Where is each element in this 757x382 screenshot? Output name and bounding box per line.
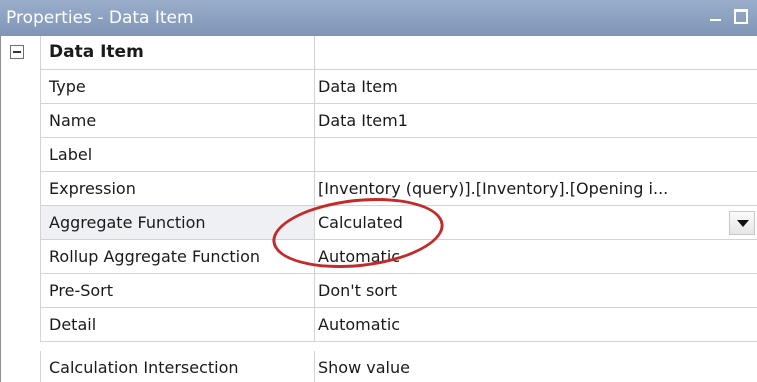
property-row-rollup-aggregate-function[interactable]: Rollup Aggregate Function Automatic <box>1 240 757 274</box>
maximize-button[interactable] <box>729 4 751 30</box>
minimize-button[interactable] <box>705 4 727 30</box>
property-value[interactable]: Automatic <box>314 240 757 274</box>
property-name: Type <box>40 70 314 104</box>
maximize-icon <box>734 9 748 24</box>
property-value-select[interactable]: Calculated <box>314 206 757 240</box>
property-row-label[interactable]: Label <box>1 138 757 172</box>
property-value[interactable]: Automatic <box>314 308 757 342</box>
property-name: Pre-Sort <box>40 274 314 308</box>
minimize-icon <box>710 19 721 21</box>
property-row-expression[interactable]: Expression [Inventory (query)].[Inventor… <box>1 172 757 206</box>
property-name: Expression <box>40 172 314 206</box>
panel-title: Properties - Data Item <box>6 8 194 28</box>
category-value-cell <box>314 36 757 70</box>
property-value[interactable] <box>314 138 757 172</box>
property-grid: Data Item Type Data Item Name Data Item1… <box>0 36 757 382</box>
dropdown-arrow-icon <box>737 220 749 227</box>
property-row-aggregate-function[interactable]: Aggregate Function Calculated <box>1 206 757 240</box>
property-name: Name <box>40 104 314 138</box>
property-row-detail[interactable]: Detail Automatic <box>1 308 757 342</box>
property-name: Detail <box>40 308 314 342</box>
properties-panel: Properties - Data Item Data Item Type Da… <box>0 0 757 382</box>
property-value[interactable]: Don't sort <box>314 274 757 308</box>
property-value[interactable]: Data Item <box>314 70 757 104</box>
property-value[interactable]: Show value <box>314 351 757 382</box>
category-row: Data Item <box>1 36 757 70</box>
property-value[interactable]: Data Item1 <box>314 104 757 138</box>
property-value[interactable]: [Inventory (query)].[Inventory].[Opening… <box>314 172 757 206</box>
property-name: Calculation Intersection <box>40 351 314 382</box>
property-row-name[interactable]: Name Data Item1 <box>1 104 757 138</box>
property-row-calculation-intersection[interactable]: Calculation Intersection Show value <box>1 342 757 382</box>
category-label: Data Item <box>40 36 314 70</box>
property-name: Aggregate Function <box>40 206 314 240</box>
property-name: Label <box>40 138 314 172</box>
panel-titlebar: Properties - Data Item <box>0 0 757 36</box>
dropdown-button[interactable] <box>729 211 755 235</box>
property-name: Rollup Aggregate Function <box>40 240 314 274</box>
collapse-minus-icon[interactable] <box>10 45 24 59</box>
property-row-type[interactable]: Type Data Item <box>1 70 757 104</box>
property-row-pre-sort[interactable]: Pre-Sort Don't sort <box>1 274 757 308</box>
